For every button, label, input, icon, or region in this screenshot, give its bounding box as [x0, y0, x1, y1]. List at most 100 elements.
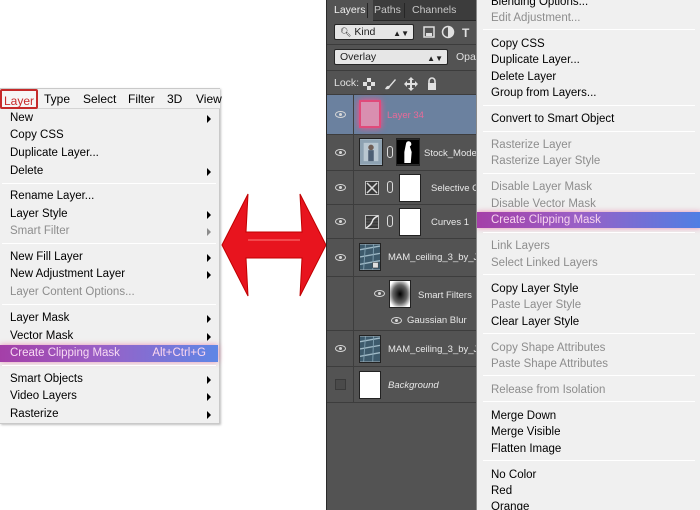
- menu-item-layer-style[interactable]: Layer Style: [0, 206, 218, 223]
- ctx-rasterize-layer: Rasterize Layer: [491, 139, 572, 151]
- layer-row-gaussian-blur[interactable]: Gaussian Blur: [327, 311, 476, 331]
- ctx-rasterize-layer-style: Rasterize Layer Style: [491, 155, 601, 167]
- ctx-copy-shape-attributes: Copy Shape Attributes: [491, 342, 606, 354]
- ctx-merge-down[interactable]: Merge Down: [477, 408, 700, 424]
- panel-divider: [327, 44, 476, 45]
- ctx-color-red[interactable]: Red: [477, 483, 700, 499]
- menu-item-duplicate-layer[interactable]: Duplicate Layer...: [0, 145, 218, 162]
- menu-item-label: New Fill Layer: [10, 251, 83, 263]
- layer-row-mam-ceiling[interactable]: MAM_ceiling_3_by_Jin: [327, 331, 476, 367]
- ctx-blending-options[interactable]: Blending Options...: [477, 0, 700, 10]
- layer-row-layer-34[interactable]: Layer 34: [327, 95, 476, 135]
- submenu-arrow-icon: [207, 333, 211, 341]
- menu-item-new-fill-layer[interactable]: New Fill Layer: [0, 249, 218, 266]
- menu-item-label: Smart Filter: [10, 225, 70, 237]
- menu-item-rasterize[interactable]: Rasterize: [0, 406, 218, 423]
- panel-divider: [327, 70, 476, 71]
- ctx-convert-to-smart-object[interactable]: Convert to Smart Object: [477, 111, 700, 127]
- visibility-toggle[interactable]: [327, 135, 354, 170]
- visibility-toggle[interactable]: [327, 239, 354, 276]
- submenu-arrow-icon: [207, 168, 211, 176]
- ctx-color-no-color[interactable]: No Color: [477, 467, 700, 483]
- visibility-toggle[interactable]: [327, 205, 354, 238]
- menu-item-layer-mask[interactable]: Layer Mask: [0, 310, 218, 327]
- filter-adjustment-icon[interactable]: [441, 25, 455, 39]
- menu-item-label: Smart Objects: [10, 373, 83, 385]
- layer-name: Background: [388, 380, 439, 391]
- ctx-color-orange[interactable]: Orange: [477, 499, 700, 510]
- layer-row-curves-1[interactable]: Curves 1: [327, 205, 476, 239]
- menu-separator: [2, 304, 216, 305]
- ctx-merge-visible[interactable]: Merge Visible: [477, 424, 700, 440]
- layer-context-menu: Blending Options... Edit Adjustment... C…: [476, 0, 700, 510]
- menubar-3d[interactable]: 3D: [167, 92, 182, 106]
- menu-item-copy-css[interactable]: Copy CSS: [0, 127, 218, 144]
- menu-item-smart-objects[interactable]: Smart Objects: [0, 371, 218, 388]
- menu-item-label: Duplicate Layer...: [10, 147, 99, 159]
- menu-separator: [483, 274, 695, 275]
- eye-icon[interactable]: [391, 317, 402, 324]
- menu-item-label: Layer Mask: [10, 312, 70, 324]
- menu-separator: [483, 173, 695, 174]
- lock-position-move-icon[interactable]: [404, 77, 418, 91]
- layer-row-selective-color[interactable]: Selective C: [327, 171, 476, 205]
- opacity-label: Opa: [456, 51, 476, 63]
- menu-item-delete[interactable]: Delete: [0, 163, 218, 180]
- lock-pixels-brush-icon[interactable]: [383, 77, 397, 91]
- visibility-toggle[interactable]: [327, 95, 354, 134]
- filter-type-icon[interactable]: T: [459, 25, 473, 39]
- visibility-toggle[interactable]: [327, 367, 354, 402]
- visibility-toggle[interactable]: [327, 171, 354, 204]
- layer-name: Stock_Model_: [424, 148, 476, 159]
- menu-item-vector-mask[interactable]: Vector Mask: [0, 328, 218, 345]
- menu-separator: [483, 460, 695, 461]
- menubar-layer[interactable]: Layer: [0, 89, 38, 109]
- menu-item-new-adjustment-layer[interactable]: New Adjustment Layer: [0, 266, 218, 283]
- layer-row-stock-model[interactable]: Stock_Model_: [327, 135, 476, 171]
- layer-row-smart-filters[interactable]: Smart Filters: [327, 277, 476, 311]
- lock-transparent-icon[interactable]: [362, 77, 376, 91]
- submenu-arrow-icon: [207, 315, 211, 323]
- menu-item-rename-layer[interactable]: Rename Layer...: [0, 188, 218, 205]
- tab-channels[interactable]: Channels: [405, 0, 463, 21]
- menubar-view[interactable]: View: [196, 92, 222, 106]
- filter-pixel-icon[interactable]: [422, 25, 436, 39]
- ctx-group-from-layers[interactable]: Group from Layers...: [477, 85, 700, 101]
- menu-item-label: Rasterize: [10, 408, 59, 420]
- menu-item-label: Layer Style: [10, 208, 68, 220]
- layer-row-background[interactable]: Background: [327, 367, 476, 403]
- layer-name: Gaussian Blur: [407, 315, 467, 326]
- ctx-flatten-image[interactable]: Flatten Image: [477, 441, 700, 457]
- eye-icon: [335, 254, 346, 261]
- layer-thumbnail: [359, 335, 381, 363]
- ctx-copy-css[interactable]: Copy CSS: [477, 36, 700, 52]
- ctx-clear-layer-style[interactable]: Clear Layer Style: [477, 314, 700, 330]
- menu-separator: [2, 243, 216, 244]
- ctx-duplicate-layer[interactable]: Duplicate Layer...: [477, 52, 700, 68]
- menu-item-new[interactable]: New: [0, 110, 218, 127]
- blend-mode-dropdown[interactable]: Overlay ▲▼: [334, 49, 448, 65]
- lock-all-icon[interactable]: [425, 77, 439, 91]
- menubar-type[interactable]: Type: [44, 92, 70, 106]
- visibility-gutter: [327, 311, 354, 330]
- menubar-select[interactable]: Select: [83, 92, 116, 106]
- tab-paths[interactable]: Paths: [367, 0, 408, 21]
- menu-item-smart-filter: Smart Filter: [0, 223, 218, 240]
- ctx-delete-layer[interactable]: Delete Layer: [477, 69, 700, 85]
- link-chain-icon: [387, 215, 393, 227]
- filter-kind-dropdown[interactable]: 🔍︎ Kind ▲▼: [334, 24, 414, 40]
- ctx-paste-shape-attributes: Paste Shape Attributes: [491, 358, 608, 370]
- menu-item-create-clipping-mask[interactable]: Create Clipping Mask Alt+Ctrl+G: [0, 345, 218, 362]
- layers-panel: Layers Paths Channels 🔍︎ Kind ▲▼ T Overl…: [326, 0, 476, 510]
- menu-item-label: Layer Content Options...: [10, 286, 135, 298]
- submenu-arrow-icon: [207, 411, 211, 419]
- ctx-create-clipping-mask[interactable]: Create Clipping Mask: [477, 212, 700, 228]
- menubar-filter[interactable]: Filter: [128, 92, 155, 106]
- layer-row-mam-ceiling-smart-object[interactable]: MAM_ceiling_3_by_Jin: [327, 239, 476, 277]
- eye-icon[interactable]: [374, 290, 385, 297]
- tab-layers[interactable]: Layers: [327, 0, 373, 21]
- layer-name: MAM_ceiling_3_by_Jin: [388, 344, 476, 355]
- visibility-toggle[interactable]: [327, 331, 354, 366]
- menu-item-video-layers[interactable]: Video Layers: [0, 388, 218, 405]
- ctx-copy-layer-style[interactable]: Copy Layer Style: [477, 281, 700, 297]
